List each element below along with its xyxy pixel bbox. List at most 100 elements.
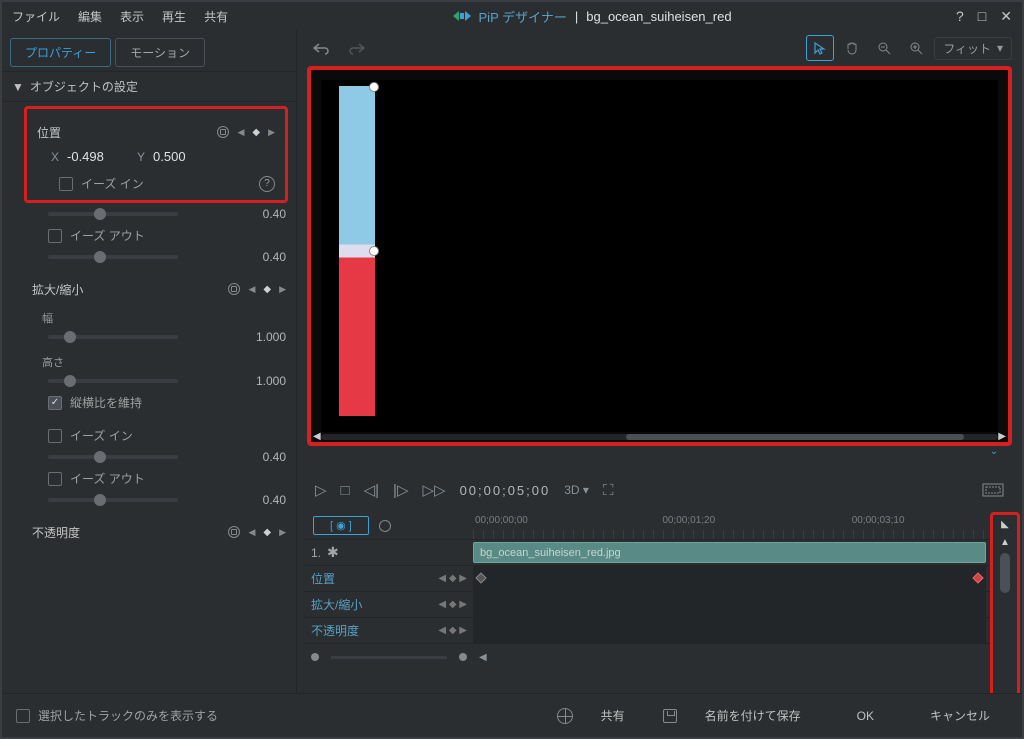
- timeline-zoom-dot[interactable]: [311, 653, 319, 661]
- hand-tool-icon[interactable]: [838, 35, 866, 61]
- next-frame-icon[interactable]: |▷: [393, 481, 408, 499]
- preview-canvas[interactable]: [321, 80, 998, 432]
- scroll-up-icon[interactable]: ▲: [993, 533, 1017, 551]
- zoom-out-icon[interactable]: [870, 35, 898, 61]
- stopwatch-icon[interactable]: [228, 526, 240, 538]
- stopwatch-icon[interactable]: [228, 283, 240, 295]
- height-slider[interactable]: [48, 379, 178, 383]
- zoom-in-icon[interactable]: [902, 35, 930, 61]
- keyframe-diamond-end[interactable]: [972, 572, 983, 583]
- prev-keyframe-icon[interactable]: ◀: [248, 527, 255, 538]
- marker-top-icon[interactable]: ◣: [993, 515, 1017, 533]
- 3d-toggle[interactable]: 3D ▾: [564, 483, 589, 497]
- ease-in-slider[interactable]: [48, 212, 178, 216]
- collapse-panel-icon[interactable]: ⌄: [980, 446, 1008, 468]
- scroll-left-icon[interactable]: ◀: [313, 431, 321, 442]
- lock-ratio-checkbox[interactable]: [48, 396, 62, 410]
- help-ease-icon[interactable]: ?: [259, 176, 275, 192]
- help-icon[interactable]: ?: [956, 8, 964, 25]
- app-name: PiP デザイナー: [479, 7, 567, 26]
- y-input[interactable]: [153, 149, 213, 165]
- menu-share[interactable]: 共有: [204, 8, 228, 25]
- kf-nav[interactable]: ◀ ◆ ▶: [438, 599, 467, 610]
- timeline-zoom-dot2[interactable]: [459, 653, 467, 661]
- menu-view[interactable]: 表示: [120, 8, 144, 25]
- show-selected-only-checkbox[interactable]: [16, 709, 30, 723]
- kf-nav[interactable]: ◀ ◆ ▶: [438, 625, 467, 636]
- tab-property[interactable]: プロパティー: [10, 38, 111, 67]
- maximize-icon[interactable]: □: [978, 8, 986, 25]
- keyframe-diamond[interactable]: [475, 572, 486, 583]
- slider[interactable]: [48, 498, 178, 502]
- scale-keyframe-controls[interactable]: ◀ ◆ ▶: [228, 283, 286, 295]
- scroll-right-icon[interactable]: ▶: [998, 431, 1006, 442]
- kf-nav[interactable]: ◀ ◆ ▶: [438, 573, 467, 584]
- y-label: Y: [137, 150, 145, 164]
- safe-zone-icon[interactable]: [982, 483, 1004, 497]
- timeline-vscroll-thumb[interactable]: [1000, 553, 1010, 593]
- window-title: PiP デザイナー | bg_ocean_suiheisen_red: [228, 7, 956, 26]
- track-snowflake-icon[interactable]: ✱: [327, 544, 339, 561]
- ease-out-slider[interactable]: [48, 255, 178, 259]
- slider[interactable]: [48, 455, 178, 459]
- preview-toolbar: フィット▾: [297, 30, 1022, 66]
- timecode-display[interactable]: 00;00;05;00: [460, 483, 551, 498]
- save-icon[interactable]: [663, 709, 677, 723]
- fullscreen-icon[interactable]: ⛶: [603, 482, 614, 499]
- ease-out-label: イーズ アウト: [70, 227, 145, 244]
- x-label: X: [51, 150, 59, 164]
- ok-button[interactable]: OK: [839, 705, 892, 727]
- pip-object[interactable]: [339, 86, 375, 416]
- undo-icon[interactable]: [307, 35, 335, 61]
- redo-icon[interactable]: [343, 35, 371, 61]
- section-object-settings[interactable]: ▼ オブジェクトの設定: [2, 71, 296, 102]
- add-keyframe-icon[interactable]: ◆: [263, 527, 271, 538]
- tl-scale-label[interactable]: 拡大/縮小: [311, 596, 362, 613]
- width-slider[interactable]: [48, 335, 178, 339]
- close-icon[interactable]: ✕: [1000, 8, 1012, 25]
- chevron-down-icon: ▾: [997, 41, 1003, 55]
- next-keyframe-icon[interactable]: ▶: [268, 127, 275, 138]
- cancel-button[interactable]: キャンセル: [912, 703, 1008, 728]
- ease-out-checkbox[interactable]: [48, 229, 62, 243]
- prev-keyframe-icon[interactable]: ◀: [237, 127, 244, 138]
- fast-forward-icon[interactable]: ▷▷: [422, 481, 445, 499]
- tl-opacity-label[interactable]: 不透明度: [311, 622, 359, 639]
- preview-hscrollbar[interactable]: [321, 434, 998, 440]
- zoom-fit-select[interactable]: フィット▾: [934, 37, 1012, 60]
- next-keyframe-icon[interactable]: ▶: [279, 284, 286, 295]
- tl-position-label[interactable]: 位置: [311, 570, 335, 587]
- tl-scroll-left-icon[interactable]: ◀: [479, 652, 487, 663]
- playback-controls: ▷ □ ◁| |▷ ▷▷ 00;00;05;00 3D ▾ ⛶: [297, 468, 1022, 512]
- save-as-button[interactable]: 名前を付けて保存: [687, 703, 819, 728]
- stop-icon[interactable]: □: [341, 482, 350, 499]
- preview-viewport-highlight: ◀ ▶: [307, 66, 1012, 446]
- ease-out-checkbox-2[interactable]: [48, 472, 62, 486]
- x-input[interactable]: [67, 149, 127, 165]
- menu-play[interactable]: 再生: [162, 8, 186, 25]
- next-keyframe-icon[interactable]: ▶: [279, 527, 286, 538]
- timeline-ruler[interactable]: 00;00;00;00 00;00;01;20 00;00;03;10: [473, 512, 1014, 539]
- menu-edit[interactable]: 編集: [78, 8, 102, 25]
- stopwatch-icon[interactable]: [217, 126, 229, 138]
- tab-motion[interactable]: モーション: [115, 38, 205, 67]
- play-icon[interactable]: ▷: [315, 481, 327, 499]
- ease-in-checkbox-2[interactable]: [48, 429, 62, 443]
- select-tool-icon[interactable]: [806, 35, 834, 61]
- opacity-keyframe-controls[interactable]: ◀ ◆ ▶: [228, 526, 286, 538]
- globe-icon[interactable]: [557, 708, 573, 724]
- timeline-zoom-slider[interactable]: [331, 656, 447, 659]
- prev-keyframe-icon[interactable]: ◀: [248, 284, 255, 295]
- menu-file[interactable]: ファイル: [12, 8, 60, 25]
- add-keyframe-icon[interactable]: ◆: [252, 127, 260, 138]
- add-keyframe-icon[interactable]: ◆: [263, 284, 271, 295]
- prev-frame-icon[interactable]: ◁|: [364, 481, 379, 499]
- opacity-label: 不透明度: [32, 524, 80, 541]
- height-label: 高さ: [2, 348, 296, 370]
- stopwatch-icon[interactable]: [379, 520, 391, 532]
- ease-in-checkbox[interactable]: [59, 177, 73, 191]
- timeline-clip[interactable]: bg_ocean_suiheisen_red.jpg: [473, 542, 986, 563]
- timeline-eye-tab[interactable]: [ ◉ ]: [313, 516, 369, 535]
- position-keyframe-controls[interactable]: ◀ ◆ ▶: [217, 126, 275, 138]
- share-button[interactable]: 共有: [583, 703, 643, 728]
